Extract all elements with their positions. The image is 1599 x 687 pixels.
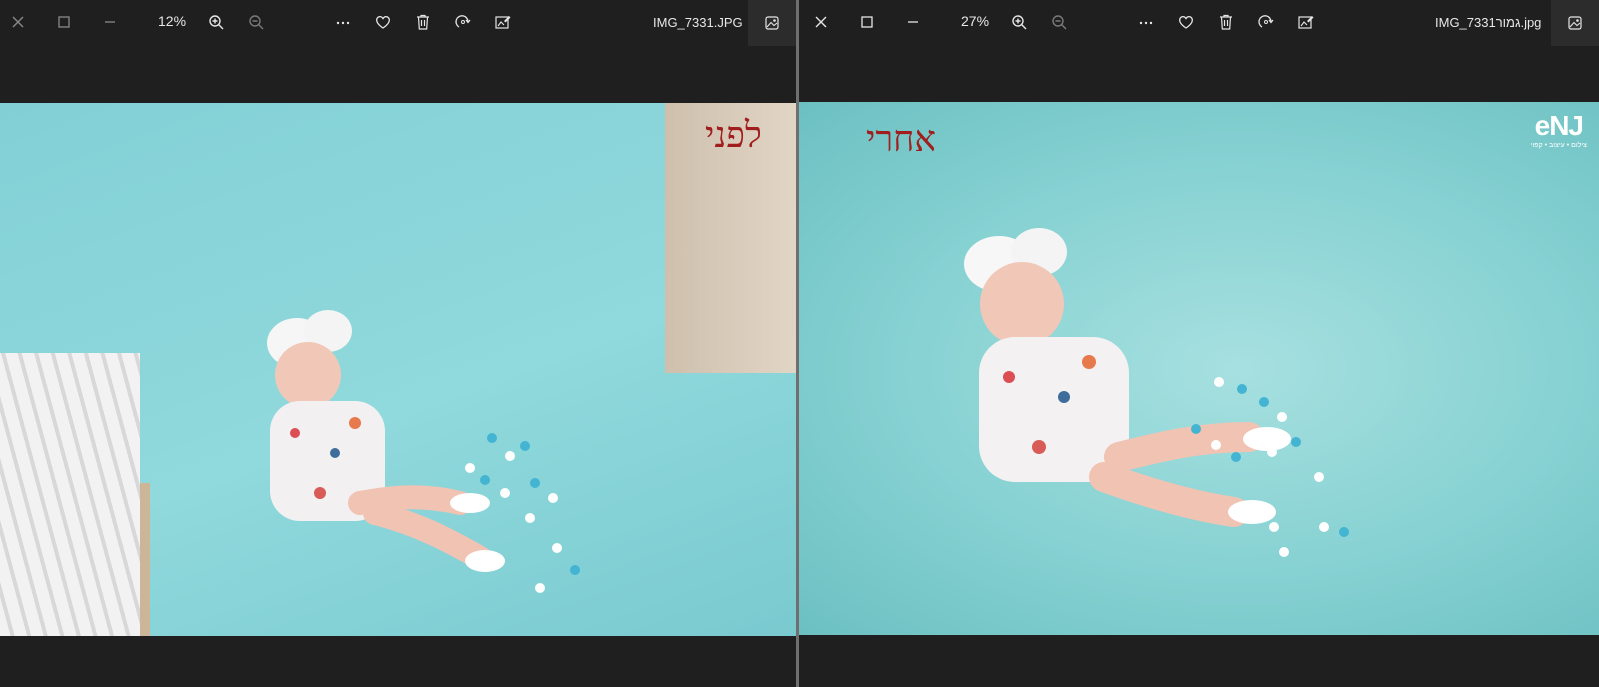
close-button[interactable]	[805, 6, 837, 38]
candy	[1267, 447, 1277, 457]
file-name: IMG_7331גמור.jpg	[1435, 15, 1542, 30]
edit-image-button[interactable]	[1290, 6, 1322, 38]
candy	[1237, 384, 1247, 394]
zoom-out-button[interactable]	[1043, 6, 1075, 38]
watermark-logo: eNJ צילום • עיצוב • קפוי	[1531, 112, 1587, 150]
heart-icon	[376, 15, 390, 29]
left-toolbar: 12% IMG_7331.JPG	[0, 0, 796, 46]
zoom-out-button[interactable]	[240, 6, 272, 38]
candy	[1191, 424, 1201, 434]
rotate-button[interactable]	[447, 6, 479, 38]
candy	[570, 565, 580, 575]
logo-text: eNJ	[1534, 110, 1584, 141]
gallery-icon	[1568, 16, 1582, 30]
candy	[1269, 522, 1279, 532]
dual-photo-viewer: 12% IMG_7331.JPG לפני 27% IMG_7331גמור.j…	[0, 0, 1599, 687]
edit-image-button[interactable]	[487, 6, 519, 38]
baby-figure	[267, 310, 505, 572]
minimize-icon	[105, 21, 115, 23]
candy	[1211, 440, 1221, 450]
candy	[487, 433, 497, 443]
edit-image-icon	[1298, 16, 1314, 29]
heart-icon	[1179, 15, 1193, 29]
gallery-button[interactable]	[1551, 0, 1599, 46]
candy	[1259, 397, 1269, 407]
more-icon	[1139, 21, 1153, 25]
candy	[535, 583, 545, 593]
left-photo-window: 12% IMG_7331.JPG לפני	[0, 0, 796, 687]
zoom-level: 12%	[158, 13, 187, 29]
after-label: אחרי	[866, 119, 937, 160]
more-button[interactable]	[1130, 6, 1162, 38]
logo-subtext: צילום • עיצוב • קפוי	[1530, 142, 1587, 149]
candy	[1214, 377, 1224, 387]
before-photo: לפני	[0, 103, 796, 636]
more-icon	[336, 21, 350, 25]
trash-icon	[1220, 14, 1232, 30]
rotate-button[interactable]	[1250, 6, 1282, 38]
minimize-button[interactable]	[897, 6, 929, 38]
maximize-icon	[861, 16, 873, 28]
trash-icon	[417, 14, 429, 30]
rotate-icon	[1258, 15, 1274, 28]
candy	[465, 463, 475, 473]
more-button[interactable]	[327, 6, 359, 38]
close-icon	[815, 16, 827, 28]
candy	[1279, 547, 1289, 557]
candy	[1291, 437, 1301, 447]
zoom-in-button[interactable]	[1003, 6, 1035, 38]
candy	[530, 478, 540, 488]
maximize-icon	[58, 16, 70, 28]
radiator	[0, 353, 140, 636]
candy	[548, 493, 558, 503]
close-button[interactable]	[2, 6, 34, 38]
candy	[1314, 472, 1324, 482]
edit-image-icon	[495, 16, 511, 29]
candy	[520, 441, 530, 451]
close-icon	[12, 16, 24, 28]
minimize-button[interactable]	[94, 6, 126, 38]
zoom-out-icon	[249, 15, 264, 30]
zoom-in-icon	[1012, 15, 1027, 30]
candy	[525, 513, 535, 523]
candy	[480, 475, 490, 485]
zoom-out-icon	[1052, 15, 1067, 30]
rotate-icon	[455, 15, 471, 28]
right-toolbar: 27% IMG_7331גמור.jpg	[799, 0, 1599, 46]
favorite-button[interactable]	[1170, 6, 1202, 38]
zoom-in-icon	[209, 15, 224, 30]
candy	[552, 543, 562, 553]
gallery-button[interactable]	[748, 0, 796, 46]
candy	[500, 488, 510, 498]
candy	[1231, 452, 1241, 462]
maximize-button[interactable]	[48, 6, 80, 38]
after-photo: אחרי eNJ צילום • עיצוב • קפוי	[799, 102, 1599, 635]
delete-button[interactable]	[407, 6, 439, 38]
maximize-button[interactable]	[851, 6, 883, 38]
candy	[505, 451, 515, 461]
candy	[1319, 522, 1329, 532]
candy	[1339, 527, 1349, 537]
before-label: לפני	[705, 115, 762, 156]
favorite-button[interactable]	[367, 6, 399, 38]
zoom-in-button[interactable]	[200, 6, 232, 38]
baby-figure	[964, 228, 1291, 527]
delete-button[interactable]	[1210, 6, 1242, 38]
right-photo-window: 27% IMG_7331גמור.jpg אחרי eNJ צילום • עי…	[799, 0, 1599, 687]
file-name: IMG_7331.JPG	[653, 15, 743, 30]
gallery-icon	[765, 16, 779, 30]
zoom-level: 27%	[961, 13, 990, 29]
minimize-icon	[908, 21, 918, 23]
candy	[1277, 412, 1287, 422]
